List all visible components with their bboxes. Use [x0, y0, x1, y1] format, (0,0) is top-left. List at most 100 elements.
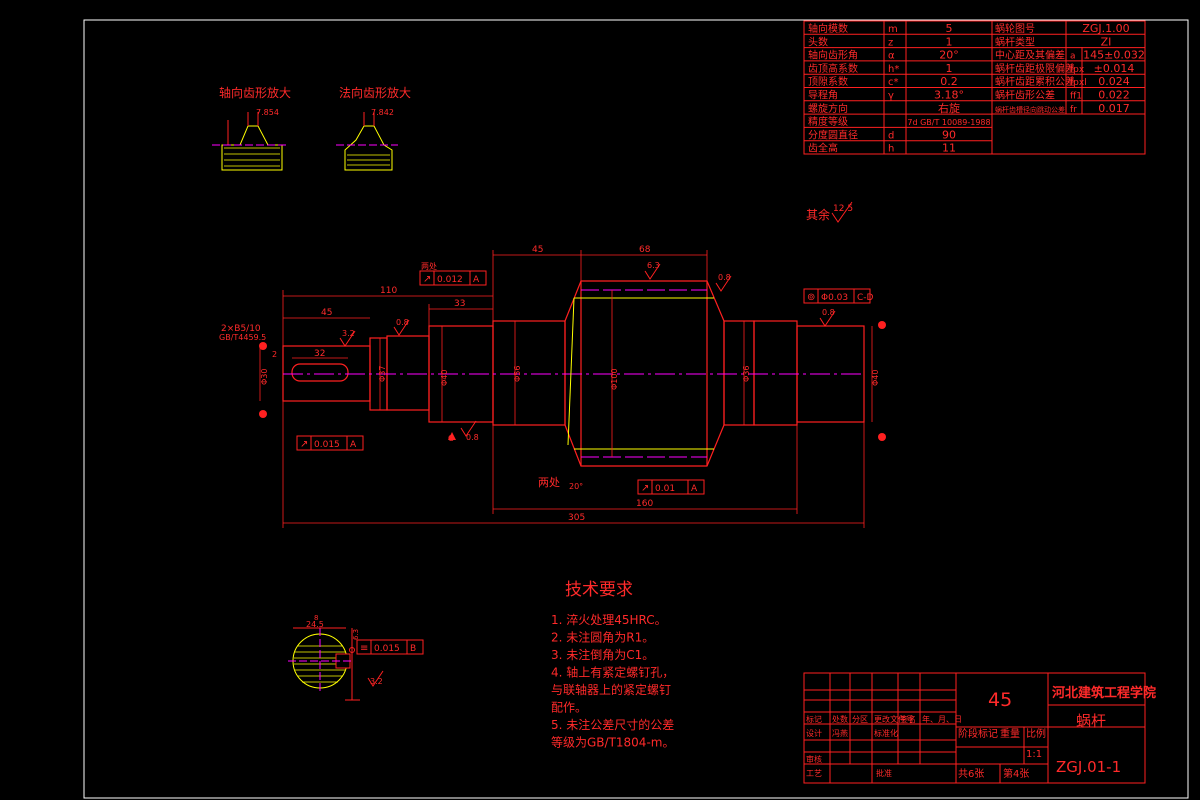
- tol-symbol-t2: ⊚: [807, 292, 815, 303]
- param-name-8: 分度圆直径: [808, 128, 858, 141]
- center-hole-standard: GB/T4459.5: [219, 333, 266, 342]
- param-right-name-2: 中心距及其偏差: [995, 49, 1065, 62]
- tol-value-t4: 0.01: [655, 484, 675, 494]
- param-right-name-1: 蜗杆类型: [995, 35, 1035, 48]
- param-right-symbol-6: fr: [1070, 105, 1077, 115]
- dia-56: Φ56: [513, 366, 522, 382]
- dim-110: 110: [380, 286, 397, 296]
- school-name: 河北建筑工程学院: [1052, 685, 1156, 701]
- datum-markers: C: [448, 432, 456, 443]
- tol-value-t3: 0.015: [314, 440, 340, 450]
- tol-value-t1: 0.012: [437, 275, 463, 285]
- param-symbol-0: m: [888, 24, 898, 35]
- dim-68: 68: [639, 245, 651, 255]
- param-right-symbol-5: ff1: [1070, 92, 1082, 102]
- dim-160: 160: [636, 499, 653, 509]
- dim-33: 33: [454, 299, 465, 309]
- dia-100: Φ100: [610, 368, 619, 390]
- material: 45: [988, 689, 1012, 711]
- tol-datum-t1: A: [473, 275, 480, 285]
- param-right-value-6: 0.017: [1098, 102, 1130, 115]
- param-value-1: 1: [946, 35, 953, 48]
- zone-label: 分区: [852, 715, 868, 724]
- param-value-5: 3.18°: [934, 89, 964, 102]
- param-symbol-2: α: [888, 51, 895, 62]
- param-name-3: 齿顶高系数: [808, 62, 858, 75]
- tech-item-1: 2. 未注圆角为R1。: [551, 630, 654, 645]
- tol-value-t2: Φ0.03: [821, 293, 848, 303]
- tol-symbol-t3: ↗: [300, 439, 308, 450]
- dia-37: Φ37: [378, 366, 387, 382]
- dim-32: 32: [314, 349, 325, 359]
- param-right-name-0: 蜗轮图号: [995, 22, 1035, 35]
- check-label: 审核: [806, 754, 822, 764]
- drawing-canvas: 轴向模数 m 5 头数 z 1 轴向齿形角 α 20° 齿顶高系数 h* 1 顶隙系数 c* 0.2 导程角 γ…: [0, 0, 1200, 800]
- keyway-section-view: 24.5 8 6.3: [288, 614, 360, 701]
- param-symbol-9: h: [888, 144, 894, 155]
- ratio-label: 比例: [1026, 727, 1046, 740]
- other-surfaces-label: 其余: [806, 207, 830, 222]
- param-symbol-8: d: [888, 130, 894, 141]
- param-right-name-5: 蜗杆齿形公差: [995, 89, 1055, 102]
- two-places-label-top: 两处: [421, 261, 437, 271]
- param-name-0: 轴向模数: [808, 22, 848, 35]
- dim-45-top: 45: [532, 245, 543, 255]
- roughness-r5: 0.8: [822, 308, 835, 317]
- dimension-lines: [259, 250, 873, 528]
- two-places-label: 两处: [538, 476, 560, 489]
- param-name-2: 轴向齿形角: [808, 49, 858, 62]
- param-right-value-5: 0.022: [1098, 89, 1130, 102]
- process-label: 工艺: [806, 769, 822, 778]
- param-symbol-1: z: [888, 37, 893, 48]
- section-dim-8: 8: [314, 614, 318, 622]
- tech-item-6: 5. 未注公差尺寸的公差: [551, 717, 674, 732]
- tol-datum-t2: C-D: [857, 293, 874, 303]
- design-label: 设计: [806, 728, 822, 738]
- param-name-6: 螺旋方向: [808, 102, 848, 115]
- param-value-4: 0.2: [940, 75, 958, 88]
- date-label: 年、月、日: [922, 714, 962, 724]
- param-value-7: 7d GB/T 10089-1988: [907, 118, 990, 127]
- designer-name: 冯燕: [832, 728, 848, 738]
- param-name-7: 精度等级: [808, 115, 848, 128]
- roughness-r4: 0.8: [718, 273, 731, 282]
- part-name: 蜗杆: [1076, 712, 1106, 730]
- tech-item-7: 等级为GB/T1804-m。: [551, 736, 674, 750]
- param-name-1: 头数: [808, 35, 828, 48]
- param-name-9: 齿全高: [808, 142, 838, 155]
- param-name-4: 顶隙系数: [808, 75, 848, 88]
- param-value-0: 5: [946, 22, 953, 35]
- tech-title: 技术要求: [565, 580, 633, 600]
- tol-value-t5: 0.015: [374, 644, 400, 654]
- dim-45-left: 45: [321, 308, 332, 318]
- cad-drawing: 轴向模数 m 5 头数 z 1 轴向齿形角 α 20° 齿顶高系数 h* 1 顶隙系数 c* 0.2 导程角 γ…: [83, 19, 1189, 799]
- weight-label: 重量: [1000, 727, 1020, 740]
- param-right-value-2: 145±0.032: [1083, 49, 1145, 62]
- stage-label: 阶段标记: [958, 727, 998, 740]
- tol-datum-t4: A: [691, 484, 698, 494]
- tech-item-4: 与联轴器上的紧定螺钉: [551, 682, 671, 697]
- dim-305: 305: [568, 513, 585, 523]
- drawing-number: ZGJ.01-1: [1056, 758, 1121, 776]
- param-value-8: 90: [942, 128, 956, 141]
- param-symbol-3: h*: [888, 64, 899, 75]
- drawing-frame: [83, 19, 1189, 799]
- axial-tooth-detail: 轴向齿形放大 7.854: [212, 85, 291, 171]
- param-value-9: 11: [942, 142, 956, 155]
- roughness-r1: 3.2: [342, 329, 355, 338]
- dia-36: Φ36: [742, 366, 751, 382]
- param-symbol-4: c*: [888, 77, 899, 88]
- roughness-r7: 3.2: [370, 677, 383, 686]
- tech-item-0: 1. 淬火处理45HRC。: [551, 612, 667, 627]
- tech-item-3: 4. 轴上有紧定螺钉孔，: [551, 665, 674, 680]
- angle-dim: 20°: [569, 482, 583, 491]
- count-label: 处数: [832, 714, 848, 724]
- sheets-total: 共6张: [958, 768, 984, 780]
- dia-30: Φ30: [260, 369, 269, 385]
- dia-40-right: Φ40: [871, 370, 880, 386]
- normal-detail-title: 法向齿形放大: [339, 85, 411, 100]
- approve-label: 批准: [876, 768, 892, 778]
- param-value-2: 20°: [939, 49, 959, 62]
- tol-datum-t5: B: [410, 644, 416, 654]
- std-label: 标准化: [874, 728, 898, 738]
